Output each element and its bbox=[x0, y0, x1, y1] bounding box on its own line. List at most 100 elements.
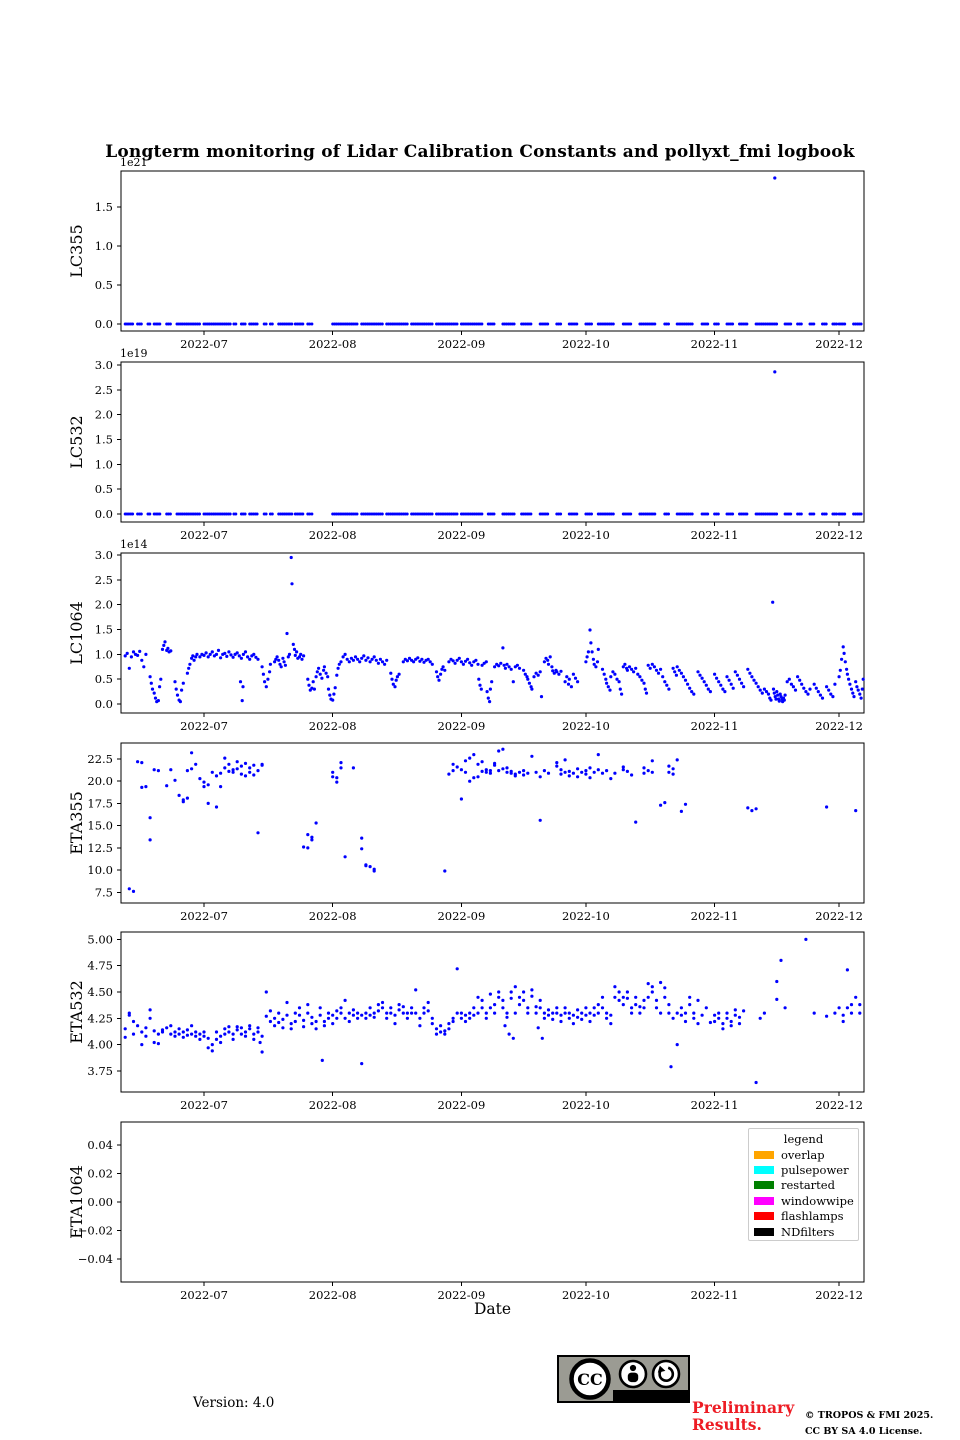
data-point bbox=[148, 816, 152, 820]
data-point bbox=[324, 671, 328, 675]
data-point bbox=[630, 773, 634, 777]
data-point bbox=[596, 647, 600, 652]
data-point bbox=[293, 1011, 297, 1015]
data-point bbox=[831, 695, 835, 699]
data-point bbox=[177, 1027, 181, 1031]
data-point bbox=[214, 652, 219, 657]
data-point bbox=[488, 992, 492, 996]
by-text: BY bbox=[626, 1392, 640, 1402]
data-point bbox=[466, 657, 470, 661]
data-point bbox=[283, 663, 287, 667]
data-point bbox=[331, 1013, 335, 1017]
data-point bbox=[706, 687, 710, 691]
data-point bbox=[522, 769, 526, 773]
data-point bbox=[476, 775, 480, 779]
y-tick-label: 0.04 bbox=[87, 1138, 113, 1152]
data-point bbox=[136, 653, 140, 658]
data-point bbox=[706, 512, 710, 516]
data-point bbox=[468, 1011, 472, 1015]
data-point bbox=[223, 651, 227, 656]
data-point bbox=[355, 512, 359, 516]
data-point bbox=[248, 766, 252, 770]
data-point bbox=[459, 797, 463, 801]
data-point bbox=[152, 1029, 156, 1033]
x-tick-label: 2022-09 bbox=[437, 528, 485, 542]
data-point bbox=[376, 661, 380, 665]
data-point bbox=[455, 1011, 459, 1015]
data-point bbox=[773, 370, 777, 374]
data-point bbox=[169, 649, 173, 653]
data-point bbox=[499, 661, 503, 665]
data-point bbox=[497, 664, 501, 668]
data-point bbox=[630, 1011, 634, 1015]
data-point bbox=[480, 1006, 484, 1010]
windowwipe-swatch-icon bbox=[754, 1196, 774, 1205]
data-point bbox=[667, 764, 671, 768]
data-point bbox=[542, 769, 547, 773]
y-tick-label: 0.0 bbox=[95, 697, 113, 711]
data-point bbox=[580, 1017, 584, 1022]
data-point bbox=[140, 658, 144, 662]
data-point bbox=[665, 683, 669, 687]
data-point bbox=[650, 985, 654, 989]
data-point bbox=[138, 649, 142, 654]
legend-entry-label: pulsepower bbox=[781, 1163, 849, 1178]
y-tick-label: 1.0 bbox=[95, 239, 113, 253]
axes-frame bbox=[120, 361, 865, 523]
data-point bbox=[364, 1011, 368, 1015]
data-point bbox=[596, 753, 600, 757]
data-point bbox=[789, 682, 794, 686]
data-point bbox=[530, 687, 534, 691]
data-point bbox=[501, 747, 505, 751]
data-point bbox=[198, 322, 201, 326]
data-point bbox=[131, 1032, 136, 1036]
data-point bbox=[683, 1011, 688, 1015]
data-point bbox=[223, 1027, 227, 1031]
data-point bbox=[301, 322, 305, 326]
data-point bbox=[123, 654, 127, 658]
data-point bbox=[704, 683, 708, 687]
data-point bbox=[692, 692, 696, 696]
data-point bbox=[845, 1006, 850, 1010]
data-point bbox=[625, 990, 630, 994]
data-point bbox=[486, 696, 490, 700]
data-point bbox=[434, 1032, 439, 1036]
data-point bbox=[667, 1011, 671, 1015]
data-point bbox=[310, 322, 314, 326]
data-point bbox=[451, 659, 455, 663]
data-point bbox=[675, 1043, 679, 1047]
panel-ETA1064: −0.04−0.020.000.020.042022-07 2022-08 2022… bbox=[67, 1121, 865, 1302]
data-point bbox=[428, 660, 432, 664]
y-tick-label: 12.5 bbox=[87, 841, 113, 855]
data-point bbox=[502, 663, 506, 667]
data-point bbox=[178, 700, 182, 704]
data-point bbox=[522, 773, 526, 777]
data-point bbox=[696, 1022, 700, 1026]
data-point bbox=[219, 656, 223, 660]
data-point bbox=[793, 688, 798, 692]
data-point bbox=[771, 600, 775, 604]
flashlamps-swatch-icon bbox=[754, 1212, 774, 1221]
data-point bbox=[609, 777, 613, 781]
data-point bbox=[131, 889, 136, 894]
data-point bbox=[745, 322, 749, 326]
data-point bbox=[447, 660, 451, 664]
data-point bbox=[260, 665, 264, 669]
data-point bbox=[708, 690, 713, 694]
x-tick-label: 2022-09 bbox=[437, 337, 485, 351]
data-point bbox=[289, 1027, 293, 1031]
data-point bbox=[675, 665, 679, 669]
version-text: Version: 4.0 bbox=[193, 1395, 275, 1411]
data-point bbox=[463, 759, 468, 763]
data-point bbox=[351, 658, 355, 662]
data-point bbox=[165, 784, 169, 788]
data-point bbox=[175, 693, 180, 697]
data-point bbox=[606, 685, 610, 689]
data-point bbox=[414, 988, 418, 992]
data-point bbox=[190, 1024, 194, 1028]
data-point bbox=[468, 779, 472, 783]
data-point bbox=[559, 1013, 563, 1017]
data-point bbox=[364, 863, 368, 867]
data-point bbox=[331, 1022, 335, 1026]
data-point bbox=[227, 1030, 231, 1034]
